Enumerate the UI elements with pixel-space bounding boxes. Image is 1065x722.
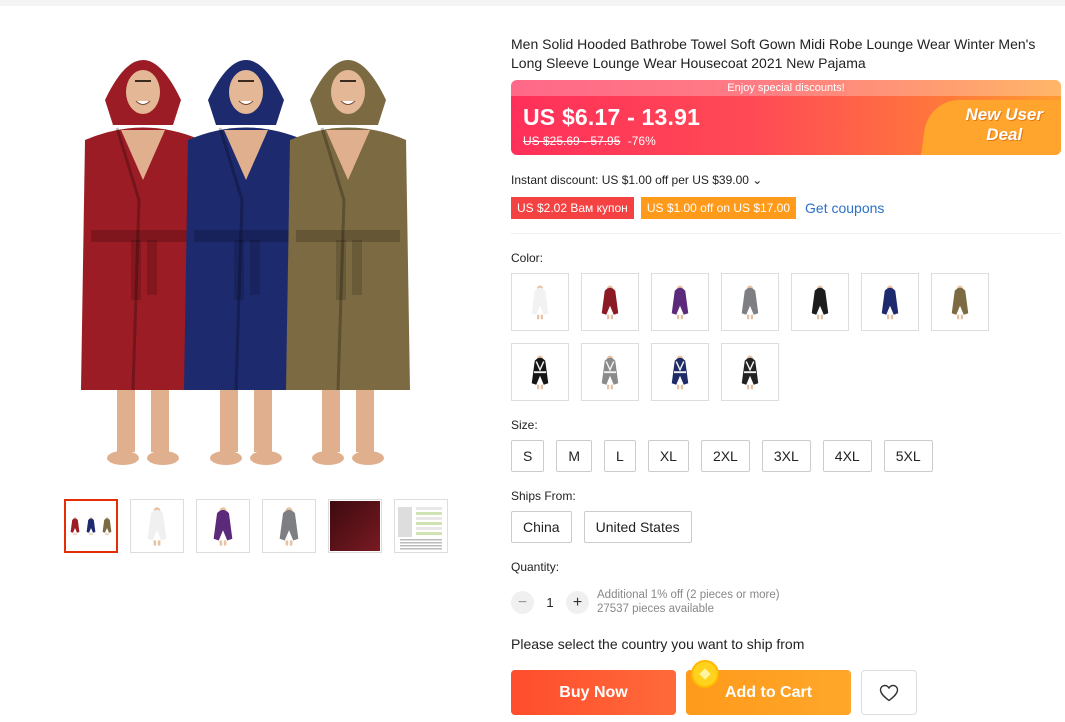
get-coupons-link[interactable]: Get coupons <box>805 200 884 216</box>
color-swatch-navy-white-trim[interactable] <box>651 343 709 401</box>
new-user-deal-line1: New User <box>965 105 1043 124</box>
ships-from-option-china[interactable]: China <box>511 511 572 543</box>
fabric-swatch-image <box>330 501 380 551</box>
select-country-prompt: Please select the country you want to sh… <box>511 636 805 652</box>
robe-icon <box>671 355 689 390</box>
top-bar <box>0 0 1065 6</box>
robe-icon <box>741 285 759 320</box>
original-price: US $25.69 - 57.95 -76% <box>523 134 656 148</box>
quantity-label: Quantity: <box>511 560 560 574</box>
robe-icon <box>951 285 969 320</box>
quantity-info: Additional 1% off (2 pieces or more) 275… <box>597 588 780 616</box>
new-user-deal-badge: New User Deal <box>966 105 1043 145</box>
robe-icon <box>279 507 299 546</box>
thumbnail-strip <box>64 499 448 553</box>
size-chart-image <box>398 507 442 550</box>
robe-icon <box>601 285 619 320</box>
color-swatches <box>511 273 1011 401</box>
color-swatch-gray-white-trim[interactable] <box>581 343 639 401</box>
color-swatch-wine-red[interactable] <box>581 273 639 331</box>
coupon-badge-ruble[interactable]: US $2.02 Вам купон <box>511 197 634 219</box>
quantity-minus-button[interactable]: − <box>511 590 534 614</box>
product-title: Men Solid Hooded Bathrobe Towel Soft Gow… <box>511 36 1036 71</box>
buy-now-button[interactable]: Buy Now <box>511 670 676 715</box>
size-option-3xl[interactable]: 3XL <box>761 440 811 472</box>
color-swatch-black-white-trim[interactable] <box>511 343 569 401</box>
divider <box>511 233 1061 234</box>
size-option-2xl[interactable]: 2XL <box>700 440 750 472</box>
ships-from-options: China United States <box>511 511 692 543</box>
robe-icon <box>531 285 549 320</box>
coupon-row: US $2.02 Вам купон US $1.00 off on US $1… <box>511 197 884 219</box>
size-option-m[interactable]: M <box>556 440 593 472</box>
robe-icon <box>811 285 829 320</box>
price-banner: Enjoy special discounts! US $6.17 - 13.9… <box>511 80 1061 155</box>
bulk-discount-note: Additional 1% off (2 pieces or more) <box>597 589 780 601</box>
current-price: US $6.17 - 13.91 <box>523 104 701 130</box>
new-user-deal-line2: Deal <box>986 125 1023 144</box>
size-option-s[interactable]: S <box>511 440 545 472</box>
robe-icon <box>213 507 233 546</box>
color-swatch-black-white-belt[interactable] <box>721 343 779 401</box>
thumb-white[interactable] <box>130 499 184 553</box>
size-label: Size: <box>511 418 538 432</box>
size-option-l[interactable]: L <box>604 440 636 472</box>
instant-discount[interactable]: Instant discount: US $1.00 off per US $3… <box>511 173 762 187</box>
size-option-5xl[interactable]: 5XL <box>883 440 933 472</box>
quantity-stepper: − 1 + Additional 1% off (2 pieces or mor… <box>511 588 780 616</box>
ships-from-option-united-states[interactable]: United States <box>583 511 692 543</box>
thumb-size-chart[interactable] <box>394 499 448 553</box>
size-options: S M L XL 2XL 3XL 4XL 5XL <box>511 440 933 472</box>
coin-icon <box>691 660 719 688</box>
robe-icon <box>741 355 759 390</box>
robe-figure <box>286 60 410 465</box>
color-swatch-navy[interactable] <box>861 273 919 331</box>
quantity-value[interactable]: 1 <box>534 595 566 610</box>
heart-icon <box>879 684 899 701</box>
robe-icon <box>102 517 112 536</box>
ships-from-label: Ships From: <box>511 489 576 503</box>
stock-available: 27537 pieces available <box>597 603 715 615</box>
main-product-image[interactable] <box>58 30 438 480</box>
thumb-fabric[interactable] <box>328 499 382 553</box>
color-swatch-purple[interactable] <box>651 273 709 331</box>
thumb-three-robes[interactable] <box>64 499 118 553</box>
size-option-4xl[interactable]: 4XL <box>822 440 872 472</box>
color-swatch-black[interactable] <box>791 273 849 331</box>
discount-percent: -76% <box>627 134 656 148</box>
original-price-value: US $25.69 - 57.95 <box>523 134 621 148</box>
robe-icon <box>601 355 619 390</box>
robe-icon <box>671 285 689 320</box>
robe-icon <box>147 507 167 546</box>
size-option-xl[interactable]: XL <box>647 440 689 472</box>
special-discount-label: Enjoy special discounts! <box>511 80 1061 96</box>
color-swatch-gray[interactable] <box>721 273 779 331</box>
robe-icon <box>70 517 80 536</box>
coupon-badge-off[interactable]: US $1.00 off on US $17.00 <box>640 197 797 219</box>
color-swatch-khaki[interactable] <box>931 273 989 331</box>
color-label: Color: <box>511 251 544 265</box>
robe-icon <box>881 285 899 320</box>
robe-icon <box>531 355 549 390</box>
quantity-plus-button[interactable]: + <box>566 590 589 614</box>
robe-icon <box>86 517 96 536</box>
wishlist-button[interactable] <box>861 670 917 715</box>
thumb-gray[interactable] <box>262 499 316 553</box>
color-swatch-white[interactable] <box>511 273 569 331</box>
thumb-purple[interactable] <box>196 499 250 553</box>
